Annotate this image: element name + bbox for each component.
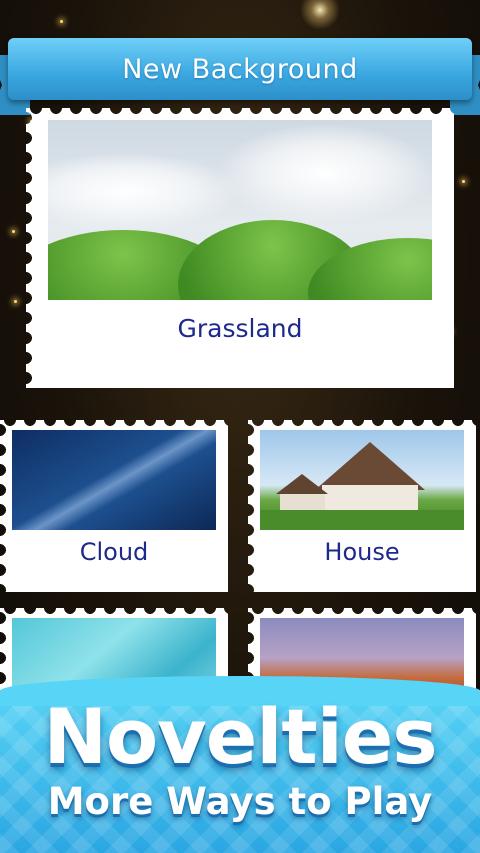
sparkle-icon — [462, 180, 465, 183]
grassland-image — [48, 120, 432, 300]
cloud-background-stamp[interactable]: Cloud — [0, 420, 228, 592]
sparkle-icon — [60, 20, 63, 23]
stamp-label: House — [324, 538, 400, 566]
sparkle-icon — [12, 230, 15, 233]
title-ribbon: New Background — [8, 38, 472, 100]
house-illustration — [260, 442, 464, 530]
promo-subline: More Ways to Play — [47, 780, 433, 823]
promo-headline: Novelties — [43, 692, 437, 781]
house-background-stamp[interactable]: House — [248, 420, 476, 592]
stamp-label: Cloud — [79, 538, 149, 566]
page-title: New Background — [122, 53, 358, 85]
cloud-image — [12, 430, 216, 530]
sparkle-icon — [14, 300, 17, 303]
house-image — [260, 430, 464, 530]
stamp-label: Grassland — [177, 314, 303, 343]
sparkle-star-icon — [300, 0, 340, 30]
featured-background-stamp[interactable]: Grassland — [26, 108, 454, 388]
